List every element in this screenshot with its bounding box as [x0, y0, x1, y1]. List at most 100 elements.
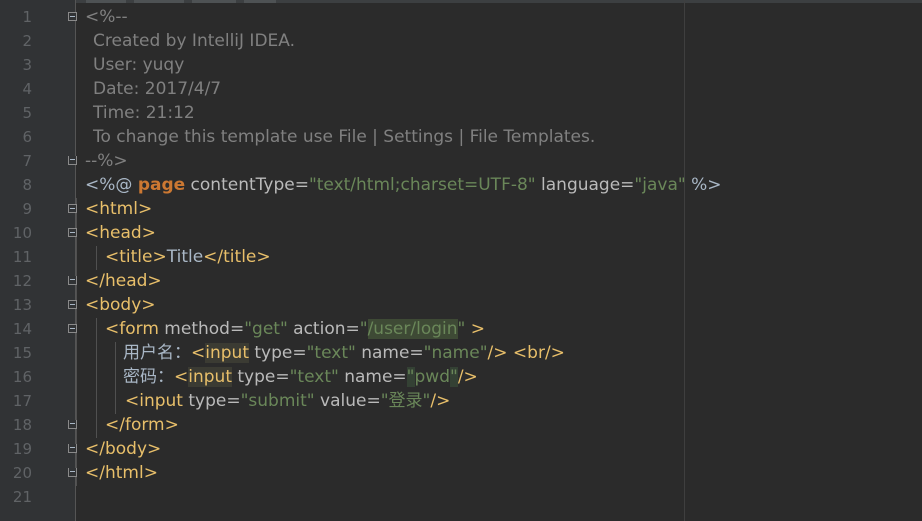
- line-number: 16: [12, 368, 32, 386]
- tag-name: <input: [125, 391, 183, 411]
- editor-tab-strip: [0, 0, 922, 3]
- tag-open-bracket: <: [174, 367, 189, 387]
- title-element: <title>Title</title>: [105, 245, 271, 269]
- tag-close: >: [465, 319, 486, 339]
- attribute-value: "name": [423, 343, 488, 363]
- line-number: 1: [22, 8, 32, 26]
- attribute-quote: ": [406, 367, 415, 387]
- code-line-15[interactable]: 15 用户名：<input type="text" name="name"/> …: [0, 341, 922, 365]
- line-number: 8: [22, 176, 32, 194]
- attribute-value: pwd: [414, 367, 451, 387]
- fold-end-icon[interactable]: [68, 444, 77, 453]
- code-line-18[interactable]: 18 </form>: [0, 413, 922, 437]
- fold-end-icon[interactable]: [68, 156, 77, 165]
- code-line-6[interactable]: 6 To change this template use File | Set…: [0, 125, 922, 149]
- code-line-1[interactable]: 1 <%--: [0, 5, 922, 29]
- attribute-name: method=: [158, 319, 245, 339]
- fold-toggle-icon[interactable]: [68, 300, 77, 309]
- tag-close: />: [430, 391, 451, 411]
- code-editor[interactable]: 1 <%-- 2 Created by IntelliJ IDEA. 3 Use…: [0, 0, 922, 521]
- editor-tab[interactable]: [192, 0, 236, 3]
- fold-end-icon[interactable]: [68, 420, 77, 429]
- tag-name: <form: [105, 319, 159, 339]
- line-number: 11: [12, 248, 32, 266]
- code-line-5[interactable]: 5 Time: 21:12: [0, 101, 922, 125]
- line-number: 17: [12, 392, 32, 410]
- line-number: 9: [22, 200, 32, 218]
- code-line-14[interactable]: 14 <form method="get" action="/user/logi…: [0, 317, 922, 341]
- comment-text: Created by IntelliJ IDEA.: [93, 31, 296, 51]
- code-line-7[interactable]: 7 --%>: [0, 149, 922, 173]
- code-line-4[interactable]: 4 Date: 2017/4/7: [0, 77, 922, 101]
- attribute-name: type=: [182, 391, 241, 411]
- form-close-tag: </form>: [105, 415, 179, 435]
- code-line-10[interactable]: 10 <head>: [0, 221, 922, 245]
- fold-toggle-icon[interactable]: [68, 324, 77, 333]
- code-line-21[interactable]: 21: [0, 485, 922, 509]
- comment-text: User: yuqy: [93, 55, 185, 75]
- body-open-tag: <body>: [85, 295, 156, 315]
- code-line-20[interactable]: 20 </html>: [0, 461, 922, 485]
- code-line-2[interactable]: 2 Created by IntelliJ IDEA.: [0, 29, 922, 53]
- head-open-tag: <head>: [85, 223, 156, 243]
- submit-input-line: <input type="submit" value="登录"/>: [125, 389, 450, 413]
- jsp-comment-close: --%>: [85, 151, 128, 171]
- code-line-19[interactable]: 19 </body>: [0, 437, 922, 461]
- attribute-value: "登录": [380, 391, 431, 411]
- title-open-tag: <title>: [105, 247, 167, 267]
- fold-toggle-icon[interactable]: [68, 228, 77, 237]
- fold-end-icon[interactable]: [68, 468, 77, 477]
- attribute-name: name=: [355, 343, 424, 363]
- attribute-name: language=: [535, 175, 635, 195]
- line-number: 15: [12, 344, 32, 362]
- head-close-tag: </head>: [85, 271, 162, 291]
- attribute-value: "text": [289, 367, 339, 387]
- attribute-name: type=: [231, 367, 290, 387]
- tag-close: />: [457, 367, 478, 387]
- code-line-11[interactable]: 11 <title>Title</title>: [0, 245, 922, 269]
- title-text: Title: [166, 247, 204, 267]
- fold-toggle-icon[interactable]: [68, 12, 77, 21]
- code-line-16[interactable]: 16 密码：<input type="text" name="pwd"/>: [0, 365, 922, 389]
- editor-tab[interactable]: [244, 0, 276, 3]
- attribute-quote: ": [359, 319, 368, 339]
- attribute-name: action=: [287, 319, 360, 339]
- line-number: 20: [12, 464, 32, 482]
- editor-tab[interactable]: [134, 0, 184, 3]
- code-line-3[interactable]: 3 User: yuqy: [0, 53, 922, 77]
- br-tag: <br/>: [512, 343, 565, 363]
- line-number: 3: [22, 56, 32, 74]
- attribute-value: "text/html;charset=UTF-8": [308, 175, 536, 195]
- line-number: 19: [12, 440, 32, 458]
- attribute-name: name=: [338, 367, 407, 387]
- jsp-comment-open: <%--: [85, 7, 128, 27]
- fold-toggle-icon[interactable]: [68, 204, 77, 213]
- html-close-tag: </html>: [85, 463, 158, 483]
- line-number: 10: [12, 224, 32, 242]
- comment-text: Time: 21:12: [93, 103, 195, 123]
- directive-close: %>: [685, 175, 722, 195]
- comment-text: To change this template use File | Setti…: [93, 127, 596, 147]
- code-line-8[interactable]: 8 <%@ page contentType="text/html;charse…: [0, 173, 922, 197]
- label-text: 用户名：: [123, 343, 191, 363]
- code-line-17[interactable]: 17 <input type="submit" value="登录"/>: [0, 389, 922, 413]
- code-line-12[interactable]: 12 </head>: [0, 269, 922, 293]
- line-number: 12: [12, 272, 32, 290]
- code-line-9[interactable]: 9 <html>: [0, 197, 922, 221]
- editor-tab[interactable]: [86, 0, 126, 3]
- title-close-tag: </title>: [203, 247, 271, 267]
- line-number: 13: [12, 296, 32, 314]
- attribute-quote: ": [450, 367, 458, 387]
- comment-text: Date: 2017/4/7: [93, 79, 222, 99]
- directive-keyword: page: [137, 175, 186, 195]
- line-number: 4: [22, 80, 32, 98]
- action-path-highlight: /user/login: [367, 319, 458, 339]
- attribute-value: "java": [634, 175, 686, 195]
- line-number: 6: [22, 128, 32, 146]
- attribute-name: contentType=: [185, 175, 309, 195]
- input-tag-name-highlight: input: [205, 343, 249, 363]
- code-line-13[interactable]: 13 <body>: [0, 293, 922, 317]
- input-tag-name-highlight: input: [188, 367, 232, 387]
- form-open-tag: <form method="get" action="/user/login" …: [105, 317, 485, 341]
- fold-end-icon[interactable]: [68, 276, 77, 285]
